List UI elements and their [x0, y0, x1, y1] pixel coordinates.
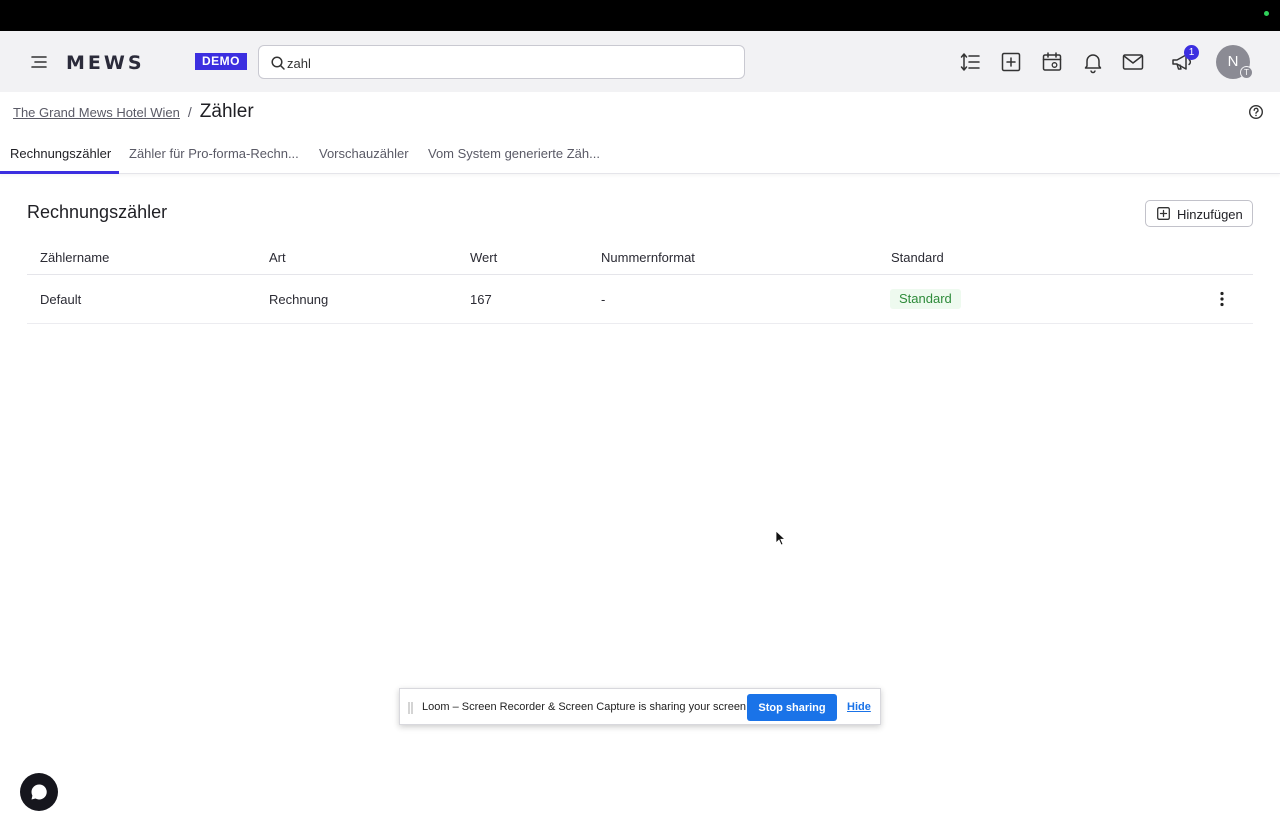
- standard-badge: Standard: [890, 289, 961, 309]
- loom-sharing-bar: Loom – Screen Recorder & Screen Capture …: [399, 688, 881, 725]
- column-header-type[interactable]: Art: [269, 250, 286, 265]
- add-square-icon[interactable]: [999, 50, 1023, 74]
- tab-bar: Rechnungszähler Zähler für Pro-forma-Rec…: [0, 136, 1280, 174]
- cell-type: Rechnung: [269, 292, 329, 307]
- add-button[interactable]: Hinzufügen: [1145, 200, 1253, 227]
- menu-icon[interactable]: [30, 53, 50, 71]
- cell-value: 167: [470, 292, 492, 307]
- column-header-standard[interactable]: Standard: [891, 250, 944, 265]
- recording-indicator: [1264, 11, 1269, 16]
- help-icon[interactable]: [1248, 104, 1264, 120]
- drag-handle-icon[interactable]: [408, 701, 413, 714]
- hide-link[interactable]: Hide: [847, 701, 871, 713]
- table-row[interactable]: Default Rechnung 167 - Standard: [27, 275, 1253, 324]
- mail-icon[interactable]: [1121, 50, 1145, 74]
- tab-system-generated[interactable]: Vom System generierte Zäh...: [428, 146, 600, 161]
- tab-vorschauzaehler[interactable]: Vorschauzähler: [319, 146, 409, 161]
- tab-rechnungszaehler[interactable]: Rechnungszähler: [10, 146, 111, 161]
- add-button-label: Hinzufügen: [1177, 207, 1243, 222]
- add-icon: [1157, 207, 1170, 220]
- column-header-value[interactable]: Wert: [470, 250, 497, 265]
- column-header-name[interactable]: Zählername: [40, 250, 109, 265]
- section-title: Rechnungszähler: [27, 202, 168, 222]
- table-header: Zählername Art Wert Nummernformat Standa…: [27, 240, 1253, 275]
- os-top-bar: [0, 0, 1280, 31]
- mouse-cursor-icon: [775, 530, 787, 546]
- search-input[interactable]: [287, 53, 727, 73]
- breadcrumb: The Grand Mews Hotel Wien / Zähler: [13, 101, 254, 123]
- cell-format: -: [601, 292, 606, 307]
- search-box[interactable]: [258, 45, 745, 79]
- breadcrumb-parent-link[interactable]: The Grand Mews Hotel Wien: [13, 105, 180, 120]
- active-tab-indicator: [0, 171, 119, 174]
- mews-logo[interactable]: MEWS: [66, 52, 145, 74]
- tab-pro-forma[interactable]: Zähler für Pro-forma-Rechn...: [129, 146, 299, 161]
- sort-icon[interactable]: [958, 50, 982, 74]
- app-header: MEWS DEMO: [0, 31, 1280, 92]
- calendar-icon[interactable]: [1040, 50, 1064, 74]
- chat-bubble-icon: [31, 784, 47, 800]
- demo-badge: DEMO: [195, 53, 247, 70]
- breadcrumb-separator: /: [187, 104, 192, 120]
- chat-button[interactable]: [20, 773, 58, 811]
- page-title: Zähler: [199, 101, 254, 122]
- cell-name: Default: [40, 292, 82, 307]
- stop-sharing-button[interactable]: Stop sharing: [747, 694, 837, 721]
- notification-badge: 1: [1184, 45, 1199, 60]
- more-options-icon[interactable]: [1212, 289, 1232, 309]
- column-header-format[interactable]: Nummernformat: [601, 250, 695, 265]
- avatar-sub-badge: T: [1240, 66, 1253, 79]
- bell-icon[interactable]: [1081, 50, 1105, 74]
- loom-message: Loom – Screen Recorder & Screen Capture …: [422, 701, 750, 713]
- search-icon: [270, 55, 286, 71]
